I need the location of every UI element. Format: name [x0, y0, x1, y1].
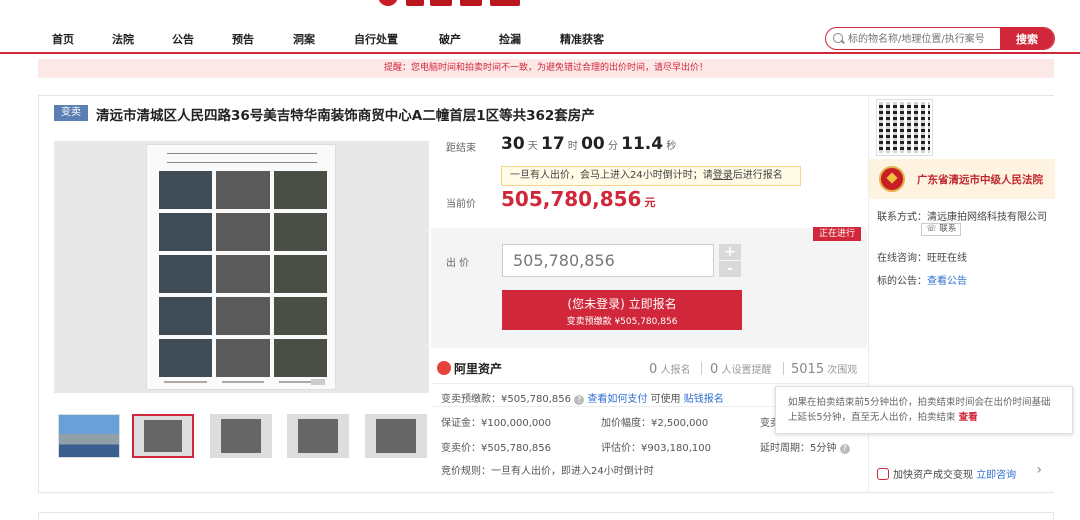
- status-badge: 正在进行: [813, 227, 861, 241]
- nav-item-precise[interactable]: 精准获客: [560, 31, 604, 47]
- logo-glyph: [406, 0, 424, 6]
- promo-icon: [877, 468, 889, 480]
- thumbnail-active[interactable]: [132, 414, 194, 458]
- online-consult[interactable]: 在线咨询：旺旺在线: [877, 249, 967, 264]
- help-icon[interactable]: ?: [574, 395, 585, 405]
- current-price-label: 当前价: [446, 199, 476, 210]
- nav-item-bankruptcy[interactable]: 破产: [439, 31, 461, 47]
- search-button[interactable]: 搜索: [1000, 28, 1054, 49]
- logo-glyph: [460, 0, 482, 6]
- nav-item-home[interactable]: 首页: [52, 31, 74, 47]
- bid-panel: 正在进行 出 价 + - (您未登录) 立即报名 变卖预缴款 ¥505,780,…: [431, 227, 867, 348]
- login-link[interactable]: 登录: [713, 170, 733, 181]
- bidding-rule: 竞价规则：一旦有人出价，即进入24小时倒计时: [441, 466, 654, 477]
- sale-type-badge: 变卖: [54, 105, 88, 121]
- increase-bid-button[interactable]: +: [719, 244, 741, 260]
- search-input[interactable]: [848, 31, 998, 47]
- thumbnail-strip: [54, 412, 429, 462]
- chevron-right-icon[interactable]: ›: [1036, 462, 1042, 478]
- bid-increment: 加价幅度：¥2,500,000: [601, 418, 709, 429]
- decrease-bid-button[interactable]: -: [719, 261, 741, 277]
- thumbnail[interactable]: [365, 414, 427, 458]
- court-header[interactable]: 广东省清远市中级人民法院: [869, 159, 1055, 199]
- sale-price: 变卖价：¥505,780,856: [441, 443, 551, 454]
- thumbnail[interactable]: [58, 414, 120, 458]
- thumbnail[interactable]: [287, 414, 349, 458]
- extension-period: 延时周期：5分钟 ?: [760, 439, 850, 454]
- logo-glyph: [430, 0, 452, 6]
- thumbnail[interactable]: [210, 414, 272, 458]
- guarantee-deposit: 保证金：¥100,000,000: [441, 418, 551, 429]
- reminder-count: 0 人设置提醒: [710, 362, 772, 377]
- stats-row: 阿里资产 0 人报名 0 人设置提醒 5015 次围观: [431, 354, 867, 382]
- search-icon: [833, 33, 843, 43]
- bid-amount-input[interactable]: [502, 244, 714, 277]
- site-logo[interactable]: [370, 0, 530, 8]
- item-notice: 标的公告：查看公告: [877, 276, 967, 287]
- time-warning-banner: 提醒：您电脑时间和拍卖时间不一致，为避免错过合理的出价时间，请尽早出价！: [38, 59, 1054, 78]
- logo-seal-icon: [378, 0, 398, 6]
- ali-assets-logo: 阿里资产: [437, 360, 502, 377]
- search-box: 搜索: [825, 27, 1055, 50]
- bid-label: 出 价: [446, 258, 470, 269]
- court-contact: 联系方式：清远康拍网络科技有限公司: [877, 212, 1047, 223]
- asset-promo: 加快资产成交变现 立即咨询: [877, 466, 1016, 481]
- view-notice-link[interactable]: 查看公告: [927, 276, 967, 287]
- subsidy-signup-link[interactable]: 贴钱报名: [684, 394, 724, 405]
- contact-button[interactable]: ☏ 联系: [921, 223, 962, 236]
- nav-item-preview[interactable]: 预告: [232, 31, 254, 47]
- current-price: 505,780,856 元: [501, 187, 656, 211]
- nav-item-court[interactable]: 法院: [112, 31, 134, 47]
- countdown-timer: 30 天 17 时 00 分 11.4 秒: [501, 134, 677, 154]
- signup-button[interactable]: (您未登录) 立即报名 变卖预缴款 ¥505,780,856: [502, 290, 742, 330]
- consult-now-link[interactable]: 立即咨询: [976, 470, 1016, 481]
- court-seal-icon: [879, 166, 905, 192]
- court-name: 广东省清远市中级人民法院: [917, 174, 1043, 186]
- how-to-pay-link[interactable]: 查看如何支付: [587, 394, 647, 405]
- deposit-info: 变卖预缴款：¥505,780,856 ? 查看如何支付 可使用 贴钱报名: [441, 394, 724, 405]
- main-image[interactable]: [54, 141, 429, 393]
- view-rule-link[interactable]: 查看: [959, 412, 978, 423]
- nav-item-self-disposal[interactable]: 自行处置: [354, 31, 398, 47]
- qr-code: [876, 99, 933, 156]
- next-section: [38, 512, 1054, 520]
- top-nav: 首页 法院 公告 预告 洞案 自行处置 破产 捡漏 精准获客 搜索: [0, 20, 1080, 54]
- assessed-price: 评估价：¥903,180,100: [601, 443, 711, 454]
- signup-count: 0 人报名: [649, 362, 691, 377]
- extension-tooltip: 如果在拍卖结束前5分钟出价，拍卖结束时间会在出价时间基础上延长5分钟，直至无人出…: [775, 386, 1073, 434]
- view-count: 5015 次围观: [791, 362, 858, 377]
- logo-glyph: [490, 0, 520, 6]
- countdown-label: 距结束: [446, 143, 476, 154]
- ali-logo-icon: [437, 361, 451, 375]
- countdown-tip: 一旦有人出价，会马上进入24小时倒计时；请登录后进行报名: [501, 166, 801, 186]
- nav-item-announcement[interactable]: 公告: [172, 31, 194, 47]
- item-title: 清远市清城区人民四路36号美吉特华南装饰商贸中心A二幢首层1区等共362套房产: [96, 108, 595, 124]
- help-icon[interactable]: ?: [839, 444, 850, 454]
- document-image: [146, 144, 336, 390]
- nav-item-bargain[interactable]: 捡漏: [499, 31, 521, 47]
- nav-item-cases[interactable]: 洞案: [293, 31, 315, 47]
